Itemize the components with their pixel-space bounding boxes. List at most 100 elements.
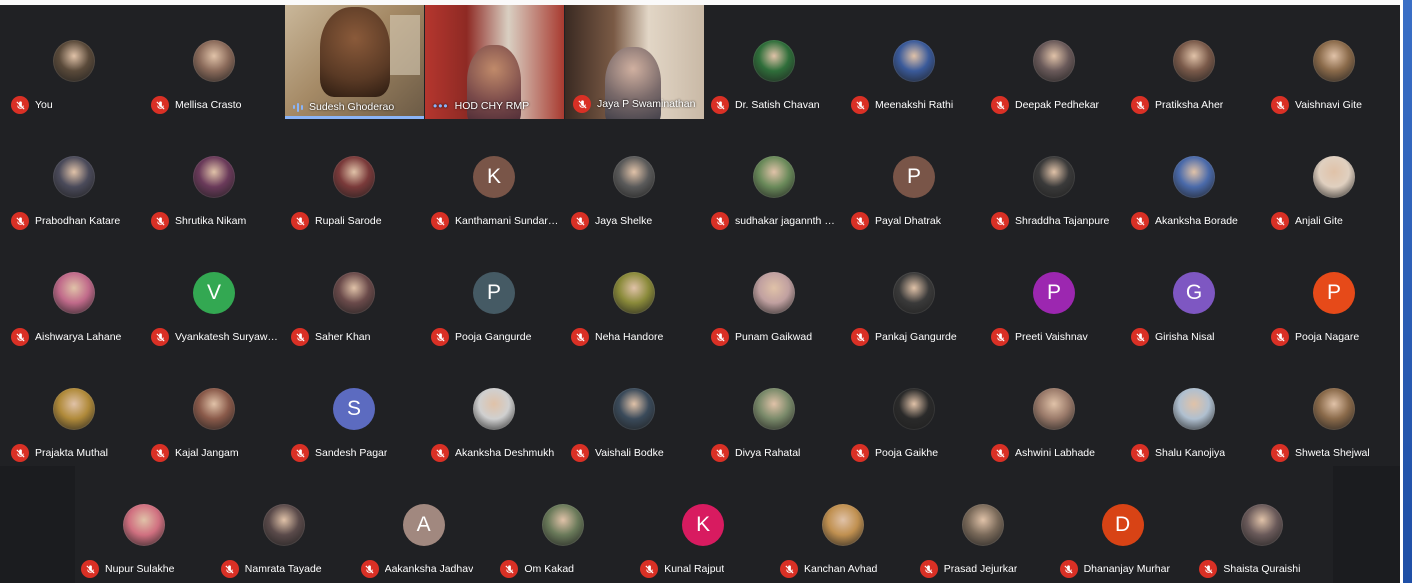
- participant-name-row: Jaya Shelke: [571, 212, 701, 230]
- participant-tile[interactable]: P Pooja Nagare: [1265, 237, 1400, 350]
- participant-tile[interactable]: Meenakshi Rathi: [845, 5, 983, 118]
- participant-name-row: Payal Dhatrak: [851, 212, 981, 230]
- participant-tile[interactable]: Shrutika Nikam: [145, 121, 283, 234]
- video-tile-jaya[interactable]: Jaya P Swaminathan: [565, 5, 704, 119]
- participant-tile[interactable]: sudhakar jagannth B...: [705, 121, 843, 234]
- participant-tile[interactable]: Kanchan Avhad: [774, 469, 912, 582]
- participant-name: You: [35, 99, 53, 111]
- participant-tile[interactable]: Prajakta Muthal: [5, 353, 143, 466]
- participant-tile[interactable]: Shaista Quraishi: [1193, 469, 1331, 582]
- participant-name-row: Rupali Sarode: [291, 212, 421, 230]
- participant-name: Aakanksha Jadhav: [384, 563, 474, 575]
- participant-tile[interactable]: Anjali Gite: [1265, 121, 1400, 234]
- participant-tile[interactable]: Shalu Kanojiya: [1125, 353, 1263, 466]
- participant-tile[interactable]: P Preeti Vaishnav: [985, 237, 1123, 350]
- participant-tile[interactable]: Akanksha Borade: [1125, 121, 1263, 234]
- participant-name-row: Punam Gaikwad: [711, 328, 841, 346]
- mic-off-icon: [1131, 328, 1149, 346]
- participant-tile[interactable]: You: [5, 5, 143, 118]
- participant-tile[interactable]: Nupur Sulakhe: [75, 469, 213, 582]
- participant-tile[interactable]: Punam Gaikwad: [705, 237, 843, 350]
- participant-tile[interactable]: K Kunal Rajput: [634, 469, 772, 582]
- avatar-photo: [753, 388, 795, 430]
- participant-tile[interactable]: Rupali Sarode: [285, 121, 423, 234]
- participant-tile[interactable]: Shweta Shejwal: [1265, 353, 1400, 466]
- avatar-photo: [1033, 40, 1075, 82]
- avatar-initial-letter: K: [486, 165, 501, 188]
- participant-tile[interactable]: Mellisa Crasto: [145, 5, 283, 118]
- participant-tile[interactable]: Namrata Tayade: [215, 469, 353, 582]
- mic-off-icon: [1271, 212, 1289, 230]
- participant-tile[interactable]: Pankaj Gangurde: [845, 237, 983, 350]
- mic-off-icon: [291, 444, 309, 462]
- participant-name-row: Pooja Nagare: [1271, 328, 1400, 346]
- participant-tile[interactable]: Pooja Gaikhe: [845, 353, 983, 466]
- participant-tile[interactable]: Neha Handore: [565, 237, 703, 350]
- mic-off-icon: [1271, 96, 1289, 114]
- mic-off-icon: [711, 96, 729, 114]
- avatar-initial: A: [402, 504, 445, 546]
- avatar-photo: [53, 156, 95, 198]
- participant-tile[interactable]: Kajal Jangam: [145, 353, 283, 466]
- participant-tile[interactable]: P Payal Dhatrak: [845, 121, 983, 234]
- participant-name: Shweta Shejwal: [1295, 447, 1370, 459]
- participant-tile[interactable]: Dr. Satish Chavan: [705, 5, 843, 118]
- participant-name: Pankaj Gangurde: [875, 331, 957, 343]
- video-tile-name: Jaya P Swaminathan: [573, 95, 695, 113]
- participant-tile[interactable]: Aishwarya Lahane: [5, 237, 143, 350]
- participant-name-row: Pankaj Gangurde: [851, 328, 981, 346]
- avatar-initial: V: [193, 272, 235, 314]
- participant-tile[interactable]: Jaya Shelke: [565, 121, 703, 234]
- participant-tile[interactable]: S Sandesh Pagar: [285, 353, 423, 466]
- window-edge: [1403, 0, 1412, 583]
- participant-tile[interactable]: Om Kakad: [494, 469, 632, 582]
- participant-name-row: Akanksha Deshmukh: [431, 444, 561, 462]
- participant-tile[interactable]: K Kanthamani Sundara...: [425, 121, 563, 234]
- participant-name-row: Om Kakad: [500, 560, 630, 578]
- participant-name: Prasad Jejurkar: [943, 563, 1018, 575]
- participant-name: Rupali Sarode: [315, 215, 382, 227]
- participant-name: Deepak Pedhekar: [1015, 99, 1100, 111]
- participant-tile[interactable]: Ashwini Labhade: [985, 353, 1123, 466]
- mic-off-icon: [81, 560, 99, 578]
- participant-tile[interactable]: A Aakanksha Jadhav: [355, 469, 493, 582]
- participant-tile[interactable]: D Dhananjay Murhar: [1054, 469, 1192, 582]
- participant-name-row: You: [11, 96, 141, 114]
- mic-off-icon: [291, 212, 309, 230]
- participant-tile[interactable]: Shraddha Tajanpure: [985, 121, 1123, 234]
- mic-off-icon: [571, 328, 589, 346]
- avatar-photo: [333, 156, 375, 198]
- participant-name-row: Vaishali Bodke: [571, 444, 701, 462]
- mic-off-icon: [851, 212, 869, 230]
- participant-tile[interactable]: Prabodhan Katare: [5, 121, 143, 234]
- participant-name-row: Nupur Sulakhe: [81, 560, 211, 578]
- mic-off-icon: [919, 560, 938, 578]
- video-tile-hod[interactable]: ••• HOD CHY RMP: [425, 5, 564, 119]
- avatar-initial-letter: P: [486, 281, 501, 304]
- avatar-initial: K: [473, 156, 515, 198]
- participant-name: Kanchan Avhad: [804, 563, 878, 575]
- participant-tile[interactable]: V Vyankatesh Suryawa...: [145, 237, 283, 350]
- avatar-photo: [1173, 388, 1215, 430]
- participant-tile[interactable]: Vaishali Bodke: [565, 353, 703, 466]
- participant-tile[interactable]: Akanksha Deshmukh: [425, 353, 563, 466]
- participant-name-row: Akanksha Borade: [1131, 212, 1261, 230]
- participant-tile[interactable]: Divya Rahatal: [705, 353, 843, 466]
- participant-tile[interactable]: Prasad Jejurkar: [914, 469, 1052, 582]
- participant-name-row: sudhakar jagannth B...: [711, 212, 841, 230]
- avatar-initial-letter: V: [206, 281, 221, 304]
- participant-tile[interactable]: P Pooja Gangurde: [425, 237, 563, 350]
- avatar-initial: S: [333, 388, 375, 430]
- participant-tile[interactable]: G Girisha Nisal: [1125, 237, 1263, 350]
- participant-tile[interactable]: Saher Khan: [285, 237, 423, 350]
- participant-name: Ashwini Labhade: [1015, 447, 1095, 459]
- avatar-photo: [961, 504, 1004, 546]
- participant-name-row: Prajakta Muthal: [11, 444, 141, 462]
- mic-off-icon: [151, 444, 169, 462]
- avatar-initial-letter: A: [416, 513, 431, 536]
- avatar-photo: [1033, 388, 1075, 430]
- video-tile-speaker[interactable]: Sudesh Ghoderao: [285, 5, 424, 119]
- participant-tile[interactable]: Deepak Pedhekar: [985, 5, 1123, 118]
- participant-tile[interactable]: Vaishnavi Gite: [1265, 5, 1400, 118]
- participant-tile[interactable]: Pratiksha Aher: [1125, 5, 1263, 118]
